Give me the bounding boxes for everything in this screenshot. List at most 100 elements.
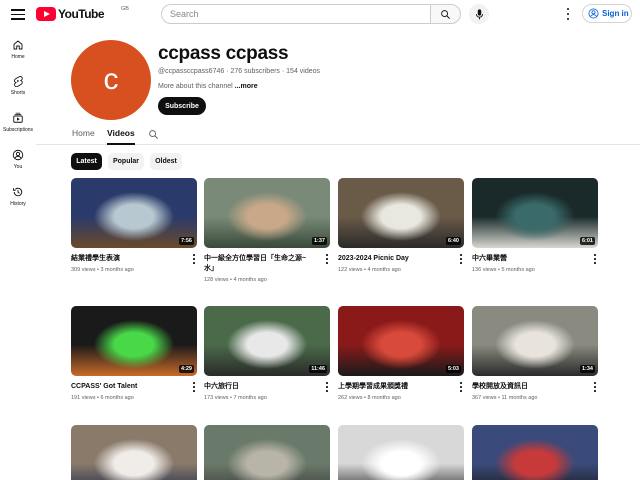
video-duration: 1:34 [579, 365, 595, 373]
video-card[interactable]: 6:40 2023-2024 Picnic Day 122 views • 4 mo… [338, 178, 464, 273]
video-views: 309 views [71, 267, 96, 273]
country-code: GB [121, 6, 129, 12]
video-duration: 1:37 [311, 237, 327, 245]
video-meta: 128 views • 4 months ago [204, 277, 330, 283]
video-age: 6 months ago [100, 395, 134, 401]
video-thumbnail[interactable]: 6:01 [472, 178, 598, 248]
video-title[interactable]: 學校開放及資訊日 [472, 382, 584, 392]
channel-meta: @ccpassccpass6746 · 276 subscribers · 15… [158, 68, 320, 75]
video-card[interactable]: 4:29 CCPASS' Got Talent 191 views • 6 mont… [71, 306, 197, 401]
you-icon [12, 149, 24, 161]
video-menu-icon[interactable] [324, 382, 330, 392]
sign-in-button[interactable]: Sign in [582, 4, 632, 23]
video-menu-icon[interactable] [592, 254, 598, 264]
sidebar-item-you[interactable]: You [0, 146, 36, 180]
video-thumbnail[interactable]: 7:56 [71, 178, 197, 248]
video-thumbnail[interactable] [204, 425, 330, 480]
masthead: YouTube GB Sign in [0, 0, 640, 28]
video-duration: 6:40 [445, 237, 461, 245]
shorts-icon [14, 76, 23, 87]
video-thumbnail[interactable]: 1:37 [204, 178, 330, 248]
video-age: 4 months ago [233, 277, 267, 283]
video-menu-icon[interactable] [191, 254, 197, 264]
chip-oldest[interactable]: Oldest [150, 153, 182, 170]
video-menu-icon[interactable] [324, 254, 330, 264]
subscribe-button[interactable]: Subscribe [158, 97, 206, 115]
youtube-logo[interactable]: YouTube GB [36, 6, 129, 21]
video-meta: 367 views • 11 months ago [472, 395, 598, 401]
video-thumbnail[interactable]: 1:34 [472, 306, 598, 376]
video-thumbnail[interactable]: 5:03 [338, 306, 464, 376]
channel-tabs: Home Videos [36, 125, 640, 145]
sidebar-item-label: You [13, 164, 23, 170]
video-title[interactable]: 中六旅行日 [204, 382, 316, 392]
video-card[interactable]: 7:56 結業禮學生表演 309 views • 3 months ago [71, 178, 197, 273]
avatar-letter: c [103, 63, 119, 96]
video-title[interactable]: 2023-2024 Picnic Day [338, 254, 450, 264]
video-title[interactable]: 中一級全方位學習日「生命之源~水」 [204, 254, 316, 274]
video-card[interactable]: 1:34 學校開放及資訊日 367 views • 11 months ago [472, 306, 598, 401]
sidebar-item-subscriptions[interactable]: Subscriptions [0, 109, 36, 143]
video-card[interactable]: 5:03 上學期學習成果頒獎禮 262 views • 8 months ago [338, 306, 464, 401]
video-card[interactable] [472, 425, 598, 480]
video-duration: 4:29 [178, 365, 194, 373]
video-meta: 173 views • 7 months ago [204, 395, 330, 401]
video-age: 3 months ago [100, 267, 134, 273]
video-menu-icon[interactable] [458, 382, 464, 392]
youtube-play-icon [36, 7, 56, 21]
voice-search-button[interactable] [469, 4, 489, 24]
video-thumbnail[interactable]: 4:29 [71, 306, 197, 376]
sidebar-item-shorts[interactable]: Shorts [0, 72, 36, 106]
video-meta: 191 views • 6 months ago [71, 395, 197, 401]
home-icon [13, 40, 23, 50]
video-views: 122 views [338, 267, 363, 273]
video-card[interactable]: 11:46 中六旅行日 173 views • 7 months ago [204, 306, 330, 401]
channel-avatar[interactable]: c [71, 40, 151, 120]
chip-popular[interactable]: Popular [108, 153, 144, 170]
video-menu-icon[interactable] [458, 254, 464, 264]
channel-name: ccpass ccpass [158, 43, 289, 64]
video-card[interactable] [338, 425, 464, 480]
video-card[interactable]: 6:01 中六畢業營 136 views • 5 months ago [472, 178, 598, 273]
logo-text: YouTube [58, 7, 105, 21]
tab-home[interactable]: Home [72, 128, 95, 145]
subscriptions-icon [13, 112, 23, 123]
video-title[interactable]: 結業禮學生表演 [71, 254, 183, 264]
video-thumbnail[interactable] [338, 425, 464, 480]
video-card[interactable]: 1:37 中一級全方位學習日「生命之源~水」 128 views • 4 month… [204, 178, 330, 283]
channel-search-button[interactable] [148, 127, 159, 145]
search-button[interactable] [430, 4, 461, 24]
video-menu-icon[interactable] [592, 382, 598, 392]
video-views: 128 views [204, 277, 229, 283]
video-thumbnail[interactable]: 6:40 [338, 178, 464, 248]
chip-latest[interactable]: Latest [71, 153, 102, 170]
video-menu-icon[interactable] [191, 382, 197, 392]
video-views: 262 views [338, 395, 363, 401]
video-title[interactable]: 上學期學習成果頒獎禮 [338, 382, 450, 392]
video-title[interactable]: CCPASS' Got Talent [71, 382, 183, 392]
tab-videos[interactable]: Videos [107, 128, 135, 145]
video-thumbnail[interactable]: 11:46 [204, 306, 330, 376]
about-more: ...more [234, 83, 258, 90]
settings-more-icon[interactable] [562, 8, 574, 20]
video-card[interactable] [71, 425, 197, 480]
sidebar-item-label: Home [11, 54, 25, 60]
video-age: 5 months ago [501, 267, 535, 273]
video-title[interactable]: 中六畢業營 [472, 254, 584, 264]
about-channel-link[interactable]: More about this channel ...more [158, 83, 258, 90]
video-age: 8 months ago [367, 395, 401, 401]
video-age: 4 months ago [367, 267, 401, 273]
video-thumbnail[interactable] [472, 425, 598, 480]
video-views: 136 views [472, 267, 497, 273]
sidebar-item-history[interactable]: History [0, 183, 36, 217]
sidebar-item-label: History [10, 201, 26, 207]
search-input[interactable] [161, 4, 430, 24]
search-icon [149, 130, 158, 139]
video-card[interactable] [204, 425, 330, 480]
menu-icon[interactable] [10, 6, 26, 22]
history-icon [13, 187, 23, 197]
sidebar-item-home[interactable]: Home [0, 36, 36, 70]
video-duration: 7:56 [178, 237, 194, 245]
subscriber-count: 276 subscribers [230, 68, 280, 75]
video-thumbnail[interactable] [71, 425, 197, 480]
